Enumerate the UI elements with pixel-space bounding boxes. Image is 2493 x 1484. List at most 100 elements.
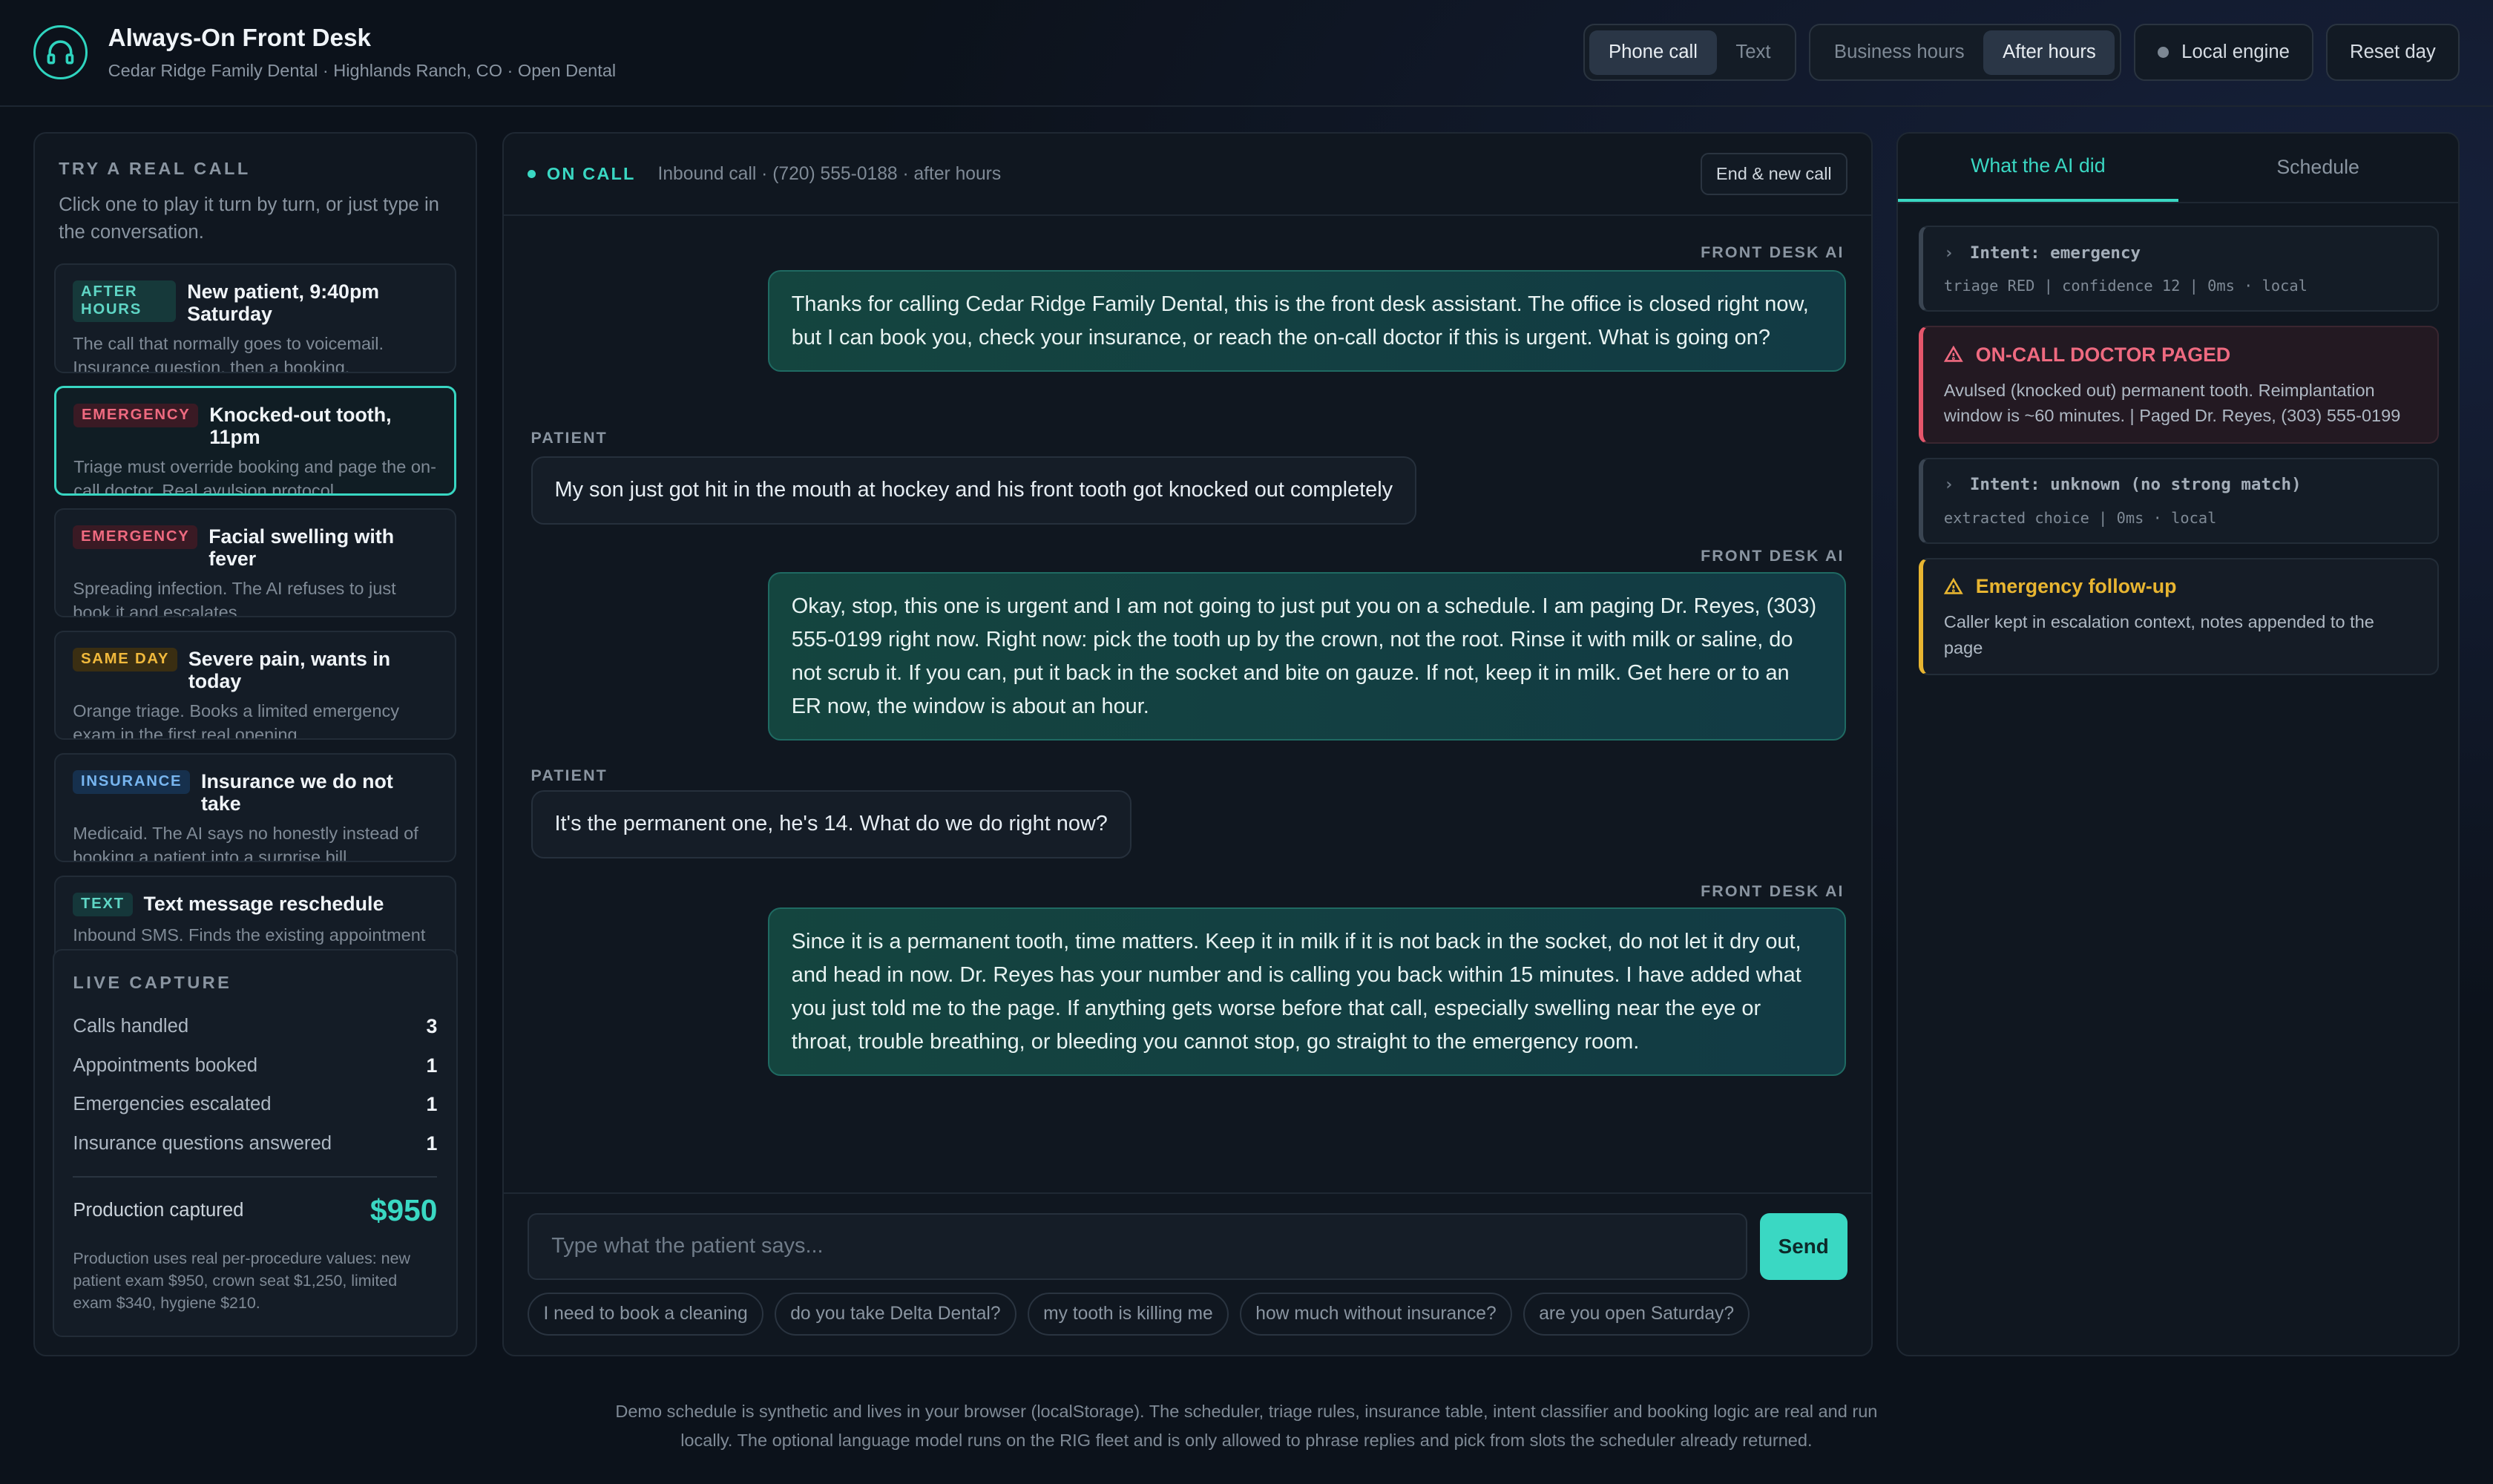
suggestion-chip[interactable]: my tooth is killing me bbox=[1027, 1292, 1229, 1336]
intent-event[interactable]: › Intent: emergency triage RED | confiden… bbox=[1919, 226, 2439, 312]
call-status: ON CALL bbox=[528, 164, 635, 184]
chevron-right-icon: › bbox=[1943, 243, 1954, 263]
followup-body: Caller kept in escalation context, notes… bbox=[1943, 612, 2374, 657]
scenario-card[interactable]: SAME DAY Severe pain, wants in today Ora… bbox=[53, 630, 457, 741]
ai-label: FRONT DESK AI bbox=[1701, 546, 1845, 565]
production-row: Production captured $950 bbox=[73, 1193, 437, 1228]
doctor-paged-event: ON-CALL DOCTOR PAGED Avulsed (knocked ou… bbox=[1919, 326, 2439, 444]
call-status-label: ON CALL bbox=[546, 164, 636, 184]
hours-toggle: Business hours After hours bbox=[1808, 24, 2121, 82]
intent-event[interactable]: › Intent: unknown (no strong match) extra… bbox=[1919, 457, 2439, 544]
production-note: Production uses real per-procedure value… bbox=[73, 1249, 410, 1312]
intent-title-text: Intent: unknown (no strong match) bbox=[1969, 475, 2302, 495]
after-hours-option[interactable]: After hours bbox=[1983, 30, 2115, 75]
suggestion-chip[interactable]: I need to book a cleaning bbox=[528, 1292, 763, 1336]
followup-event: Emergency follow-up Caller kept in escal… bbox=[1919, 557, 2439, 676]
stat-value: 1 bbox=[426, 1054, 438, 1077]
phone-call-option[interactable]: Phone call bbox=[1589, 30, 1717, 75]
after-hours-badge: AFTER HOURS bbox=[73, 280, 177, 322]
headset-icon bbox=[33, 25, 88, 80]
header: Always-On Front Desk Cedar Ridge Family … bbox=[0, 0, 2493, 107]
scenario-card[interactable]: INSURANCE Insurance we do not take Medic… bbox=[53, 752, 457, 863]
intent-title: › Intent: unknown (no strong match) bbox=[1944, 475, 2417, 494]
suggestion-chip[interactable]: are you open Saturday? bbox=[1523, 1292, 1750, 1336]
status-dot-icon bbox=[2158, 47, 2170, 59]
text-badge: TEXT bbox=[73, 893, 133, 917]
scenario-title: Insurance we do not take bbox=[201, 770, 393, 815]
conversation-panel: ON CALL Inbound call · (720) 555-0188 · … bbox=[502, 131, 1873, 1356]
composer: Type what the patient says... Send I nee… bbox=[504, 1192, 1871, 1356]
local-engine-label: Local engine bbox=[2181, 42, 2290, 63]
scenario-card[interactable]: AFTER HOURS New patient, 9:40pm Saturday… bbox=[53, 263, 457, 373]
scenario-title: Text message reschedule bbox=[143, 893, 384, 916]
message-input[interactable]: Type what the patient says... bbox=[528, 1212, 1747, 1280]
followup-title: Emergency follow-up bbox=[1943, 575, 2417, 598]
stat-row: Emergencies escalated 1 bbox=[73, 1085, 437, 1123]
live-capture-title: LIVE CAPTURE bbox=[73, 973, 232, 993]
scenario-title: Severe pain, wants in today bbox=[188, 648, 391, 693]
scenario-title: Facial swelling with fever bbox=[208, 525, 395, 571]
reset-day-button[interactable]: Reset day bbox=[2326, 24, 2460, 82]
warning-icon bbox=[1943, 577, 1963, 594]
suggestion-chip[interactable]: do you take Delta Dental? bbox=[774, 1292, 1016, 1336]
tab-schedule[interactable]: Schedule bbox=[2178, 134, 2458, 202]
ai-message: Okay, stop, this one is urgent and I am … bbox=[767, 572, 1846, 741]
text-option[interactable]: Text bbox=[1717, 30, 1790, 75]
emergency-badge: EMERGENCY bbox=[73, 404, 199, 428]
tab-what-ai-did[interactable]: What the AI did bbox=[1898, 134, 2178, 203]
scenario-panel-desc: Click one to play it turn by turn, or ju… bbox=[59, 194, 439, 243]
patient-label: PATIENT bbox=[531, 429, 608, 447]
header-controls: Phone call Text Business hours After hou… bbox=[1583, 24, 2460, 82]
app: Always-On Front Desk Cedar Ridge Family … bbox=[0, 0, 2493, 1484]
app-title: Always-On Front Desk bbox=[108, 24, 371, 52]
doctor-paged-label: ON-CALL DOCTOR PAGED bbox=[1975, 343, 2231, 366]
local-engine-button[interactable]: Local engine bbox=[2134, 24, 2313, 82]
scenario-desc: Triage must override booking and page th… bbox=[73, 456, 436, 496]
stat-row: Insurance questions answered 1 bbox=[73, 1124, 437, 1163]
scenario-desc: Medicaid. The AI says no honestly instea… bbox=[73, 823, 418, 863]
channel-toggle: Phone call Text bbox=[1583, 24, 1796, 82]
intent-detail: extracted choice | 0ms · local bbox=[1943, 508, 2217, 527]
ai-message: Thanks for calling Cedar Ridge Family De… bbox=[767, 270, 1846, 372]
live-capture-card: LIVE CAPTURE Calls handled 3 Appointment… bbox=[52, 949, 459, 1337]
activity-panel: What the AI did Schedule › Intent: emerge… bbox=[1896, 131, 2460, 1356]
end-call-button[interactable]: End & new call bbox=[1700, 153, 1847, 195]
stat-value: 1 bbox=[426, 1132, 438, 1155]
send-button[interactable]: Send bbox=[1759, 1212, 1847, 1280]
scenario-desc: Spreading infection. The AI refuses to j… bbox=[73, 578, 396, 618]
scenario-title: New patient, 9:40pm Saturday bbox=[187, 280, 380, 326]
same-day-badge: SAME DAY bbox=[73, 648, 177, 672]
stat-label: Emergencies escalated bbox=[73, 1094, 272, 1115]
brand: Always-On Front Desk Cedar Ridge Family … bbox=[108, 24, 616, 81]
scenario-card[interactable]: EMERGENCY Facial swelling with fever Spr… bbox=[53, 508, 457, 618]
ai-message: Since it is a permanent tooth, time matt… bbox=[767, 907, 1846, 1077]
intent-title-text: Intent: emergency bbox=[1969, 243, 2141, 263]
scenario-card-selected[interactable]: EMERGENCY Knocked-out tooth, 11pm Triage… bbox=[53, 385, 457, 496]
stat-label: Insurance questions answered bbox=[73, 1132, 332, 1154]
suggestion-chip[interactable]: how much without insurance? bbox=[1239, 1292, 1512, 1336]
stat-value: 3 bbox=[426, 1015, 438, 1038]
business-hours-option[interactable]: Business hours bbox=[1815, 30, 1983, 75]
ai-label: FRONT DESK AI bbox=[1701, 882, 1845, 901]
stat-value: 1 bbox=[426, 1093, 438, 1116]
suggestion-chips: I need to book a cleaning do you take De… bbox=[528, 1292, 1750, 1336]
insurance-badge: INSURANCE bbox=[73, 770, 191, 795]
stat-row: Appointments booked 1 bbox=[73, 1046, 437, 1085]
intent-detail: triage RED | confidence 12 | 0ms · local bbox=[1943, 276, 2308, 295]
practice-subtitle: Cedar Ridge Family Dental · Highlands Ra… bbox=[108, 60, 617, 80]
activity-tabs: What the AI did Schedule bbox=[1898, 134, 2458, 204]
call-info: Inbound call · (720) 555-0188 · after ho… bbox=[657, 163, 1002, 184]
call-header: ON CALL Inbound call · (720) 555-0188 · … bbox=[504, 134, 1872, 217]
scenario-desc: The call that normally goes to voicemail… bbox=[73, 333, 384, 373]
doctor-paged-title: ON-CALL DOCTOR PAGED bbox=[1943, 343, 2417, 367]
followup-label: Emergency follow-up bbox=[1975, 575, 2177, 598]
stat-label: Calls handled bbox=[73, 1016, 189, 1037]
divider bbox=[73, 1175, 438, 1178]
intent-title: › Intent: emergency bbox=[1944, 243, 2417, 263]
production-value: $950 bbox=[369, 1192, 438, 1227]
production-label: Production captured bbox=[73, 1199, 244, 1221]
patient-message: It's the permanent one, he's 14. What do… bbox=[531, 789, 1131, 858]
chevron-right-icon: › bbox=[1943, 475, 1954, 495]
stat-row: Calls handled 3 bbox=[73, 1007, 437, 1045]
scenario-panel-title: TRY A REAL CALL bbox=[59, 159, 251, 179]
